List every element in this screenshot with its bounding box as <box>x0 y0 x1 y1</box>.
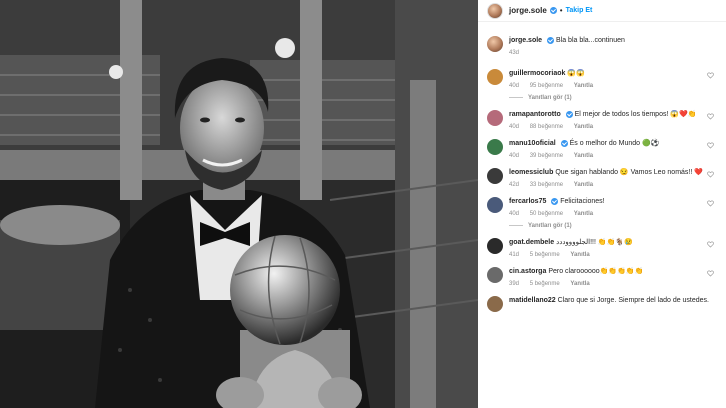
list-item: ramapantorotto El mejor de todos los tie… <box>487 110 720 130</box>
comment-username[interactable]: ramapantorotto <box>509 111 561 118</box>
view-replies-button[interactable]: Yanıtları gör (1) <box>487 223 720 229</box>
comment-meta: 40d 50 beğenme Yanıtla <box>509 211 720 217</box>
photo-illustration <box>0 0 478 408</box>
avatar[interactable] <box>487 197 503 213</box>
reply-button[interactable]: Yanıtla <box>574 153 593 159</box>
heart-icon[interactable] <box>707 200 714 207</box>
comment-likes[interactable]: 33 beğenme <box>530 182 563 188</box>
reply-button[interactable]: Yanıtla <box>574 83 593 89</box>
verified-icon <box>565 110 573 118</box>
comment-username[interactable]: cin.astorga <box>509 268 546 275</box>
header-username[interactable]: jorge.sole <box>509 6 547 15</box>
list-item: leomessiclub Que sigan hablando 😏 Vamos … <box>487 168 720 188</box>
post-photo[interactable] <box>0 0 478 408</box>
comments-list: jorge.sole Bla bla bla...continuen 43d g… <box>478 36 726 312</box>
comment-time[interactable]: 40d <box>509 83 519 89</box>
reply-button[interactable]: Yanıtla <box>570 252 589 258</box>
avatar[interactable] <box>487 110 503 126</box>
comment-body: Claro que si Jorge. Siempre del lado de … <box>557 297 710 304</box>
reply-button[interactable]: Yanıtla <box>574 124 593 130</box>
comment-username[interactable]: fercarlos75 <box>509 198 546 205</box>
avatar[interactable] <box>487 296 503 312</box>
comment-text: manu10oficial És o melhor do Mundo 🟢⚽ <box>509 139 720 149</box>
caption-time[interactable]: 43d <box>509 50 519 56</box>
avatar[interactable] <box>487 168 503 184</box>
reply-button[interactable]: Yanıtla <box>574 182 593 188</box>
avatar[interactable] <box>487 238 503 254</box>
comment-text: cin.astorga Pero claroooooo👏👏👏👏👏 <box>509 267 720 277</box>
avatar[interactable] <box>487 267 503 283</box>
follow-button[interactable]: Takip Et <box>566 7 593 14</box>
caption-text: jorge.sole Bla bla bla...continuen <box>509 36 720 46</box>
comment-body: Felicitaciones! <box>560 198 605 205</box>
comment-username[interactable]: goat.dembele <box>509 239 554 246</box>
list-item: fercarlos75 Felicitaciones! 40d 50 beğen… <box>487 197 720 217</box>
heart-icon[interactable] <box>707 142 714 149</box>
comment-likes[interactable]: 39 beğenme <box>530 153 563 159</box>
caption-meta: 43d <box>509 50 720 56</box>
comment-body: És o melhor do Mundo 🟢⚽ <box>569 140 660 147</box>
view-replies-button[interactable]: Yanıtları gör (1) <box>487 95 720 101</box>
list-item: matidellano22 Claro que si Jorge. Siempr… <box>487 296 720 312</box>
comment-meta: 40d 95 beğenme Yanıtla <box>509 83 720 89</box>
comment-username[interactable]: guillermocoriaok <box>509 70 565 77</box>
post-sidebar: jorge.sole • Takip Et jorge.sole Bla bla… <box>478 0 726 408</box>
comment-text: matidellano22 Claro que si Jorge. Siempr… <box>509 296 720 306</box>
list-item: manu10oficial És o melhor do Mundo 🟢⚽ 40… <box>487 139 720 159</box>
heart-icon[interactable] <box>707 171 714 178</box>
comment-text: leomessiclub Que sigan hablando 😏 Vamos … <box>509 168 720 178</box>
heart-icon[interactable] <box>707 270 714 277</box>
comment-body: Pero claroooooo👏👏👏👏👏 <box>548 268 644 275</box>
avatar[interactable] <box>487 2 503 19</box>
verified-icon <box>560 139 568 147</box>
caption-body: Bla bla bla...continuen <box>555 37 625 44</box>
verified-icon <box>547 36 555 44</box>
comment-username[interactable]: leomessiclub <box>509 169 553 176</box>
comment-time[interactable]: 40d <box>509 124 519 130</box>
verified-icon <box>551 197 559 205</box>
heart-icon[interactable] <box>707 72 714 79</box>
comment-time[interactable]: 40d <box>509 153 519 159</box>
heart-icon[interactable] <box>707 241 714 248</box>
comment-meta: 42d 33 beğenme Yanıtla <box>509 182 720 188</box>
comment-username[interactable]: manu10oficial <box>509 140 556 147</box>
caption: jorge.sole Bla bla bla...continuen 43d <box>487 36 720 56</box>
reply-button[interactable]: Yanıtla <box>574 211 593 217</box>
comment-meta: 40d 88 beğenme Yanıtla <box>509 124 720 130</box>
comment-time[interactable]: 41d <box>509 252 519 258</box>
post-header: jorge.sole • Takip Et <box>478 0 726 22</box>
comment-username[interactable]: matidellano22 <box>509 297 556 304</box>
comment-text: guillermocoriaok 😱😱 <box>509 69 720 79</box>
heart-icon[interactable] <box>707 113 714 120</box>
avatar[interactable] <box>487 36 503 52</box>
comment-body: El mejor de todos los tiempos! 😱❤️👏 <box>574 111 697 118</box>
avatar[interactable] <box>487 139 503 155</box>
comment-likes[interactable]: 50 beğenme <box>530 211 563 217</box>
comment-meta: 40d 39 beğenme Yanıtla <box>509 153 720 159</box>
list-item: goat.dembele الجلووووددد!!! 👏👏🐐😢 41d 5 b… <box>487 238 720 258</box>
comment-text: ramapantorotto El mejor de todos los tie… <box>509 110 720 120</box>
comment-likes[interactable]: 5 beğenme <box>530 252 560 258</box>
comment-text: goat.dembele الجلووووددد!!! 👏👏🐐😢 <box>509 238 720 248</box>
avatar[interactable] <box>487 69 503 85</box>
comment-meta: 39d 5 beğenme Yanıtla <box>509 281 720 287</box>
comment-text: fercarlos75 Felicitaciones! <box>509 197 720 207</box>
comment-body: الجلووووددد!!! 👏👏🐐😢 <box>556 239 633 246</box>
comment-meta: 41d 5 beğenme Yanıtla <box>509 252 720 258</box>
verified-icon <box>549 7 557 14</box>
comment-time[interactable]: 39d <box>509 281 519 287</box>
comment-body: 😱😱 <box>567 70 585 77</box>
list-item: cin.astorga Pero claroooooo👏👏👏👏👏 39d 5 b… <box>487 267 720 287</box>
list-item: guillermocoriaok 😱😱 40d 95 beğenme Yanıt… <box>487 69 720 89</box>
comment-likes[interactable]: 88 beğenme <box>530 124 563 130</box>
comment-body: Que sigan hablando 😏 Vamos Leo nomás!! ❤… <box>555 169 703 176</box>
comment-likes[interactable]: 95 beğenme <box>530 83 563 89</box>
comment-time[interactable]: 42d <box>509 182 519 188</box>
reply-button[interactable]: Yanıtla <box>570 281 589 287</box>
separator-dot: • <box>559 6 563 15</box>
caption-username[interactable]: jorge.sole <box>509 37 542 44</box>
comment-time[interactable]: 40d <box>509 211 519 217</box>
comment-likes[interactable]: 5 beğenme <box>530 281 560 287</box>
